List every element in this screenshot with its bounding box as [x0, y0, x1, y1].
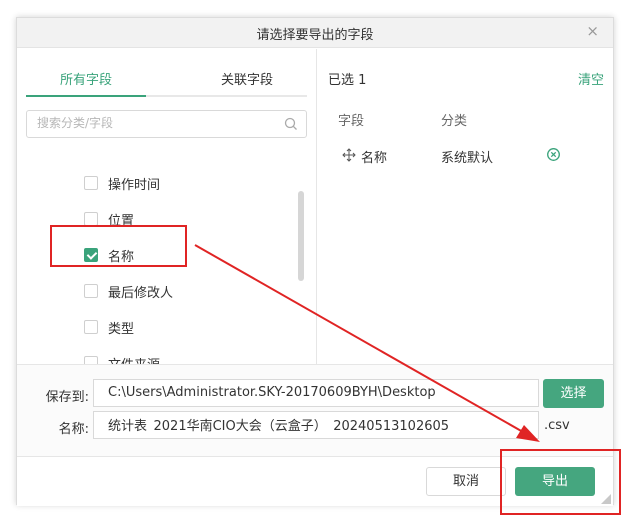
cancel-button[interactable]: 取消 — [426, 467, 506, 496]
selected-count: 已选 1 — [328, 73, 367, 88]
choose-folder-button[interactable]: 选择 — [543, 379, 604, 408]
field-label: 文件来源 — [108, 354, 160, 365]
selected-field-name: 名称 — [361, 151, 388, 166]
save-to-label: 保存到: — [45, 390, 89, 405]
field-checkbox[interactable] — [84, 176, 98, 190]
selected-field-category: 系统默认 — [441, 151, 494, 166]
field-label: 名称 — [108, 249, 135, 265]
file-name-label: 名称: — [58, 422, 89, 437]
search-icon[interactable] — [284, 117, 298, 131]
field-item[interactable]: 文件来源 — [84, 351, 160, 364]
file-extension: .csv — [544, 418, 570, 433]
active-tab-indicator — [26, 95, 146, 97]
export-settings: 保存到: 选择 名称: .csv — [17, 364, 613, 456]
drag-move-icon[interactable] — [342, 148, 356, 162]
field-checkbox-checked[interactable] — [84, 248, 98, 262]
field-item[interactable]: 类型 — [84, 315, 134, 339]
save-path-field[interactable] — [93, 379, 539, 407]
selected-fields-panel: 已选 1 清空 字段 分类 名称 系统默认 — [318, 49, 614, 364]
field-checkbox[interactable] — [84, 212, 98, 226]
file-name-field[interactable] — [93, 411, 539, 439]
search-input[interactable] — [37, 116, 277, 130]
remove-circle-icon[interactable] — [546, 147, 561, 162]
field-label: 操作时间 — [108, 177, 161, 193]
close-icon[interactable]: × — [586, 22, 599, 40]
field-label: 最后修改人 — [108, 285, 174, 301]
export-fields-dialog: 请选择要导出的字段 × 所有字段 关联字段 操作时间 位置 — [16, 17, 614, 506]
field-item[interactable]: 操作时间 — [84, 171, 160, 195]
field-checkbox[interactable] — [84, 320, 98, 334]
dialog-titlebar: 请选择要导出的字段 × — [17, 18, 613, 48]
field-search[interactable] — [26, 110, 307, 138]
field-item[interactable]: 最后修改人 — [84, 279, 173, 303]
dialog-footer: 取消 导出 — [17, 456, 613, 506]
field-item[interactable]: 名称 — [84, 243, 134, 267]
export-button[interactable]: 导出 — [515, 467, 595, 496]
save-path-input[interactable] — [108, 385, 533, 400]
field-list-scrollbar[interactable] — [298, 191, 304, 281]
field-checkbox[interactable] — [84, 284, 98, 298]
field-checkbox[interactable] — [84, 356, 98, 364]
field-item[interactable]: 位置 — [84, 207, 134, 231]
column-header-category: 分类 — [441, 114, 468, 129]
field-list: 操作时间 位置 名称 最后修改人 类型 文件来源 — [17, 157, 302, 364]
resize-grip-icon[interactable] — [601, 494, 611, 504]
tab-related-fields[interactable]: 关联字段 — [187, 69, 307, 88]
tab-all-fields[interactable]: 所有字段 — [26, 69, 146, 88]
dialog-title: 请选择要导出的字段 — [256, 28, 374, 43]
clear-button[interactable]: 清空 — [578, 69, 604, 88]
field-label: 类型 — [108, 321, 135, 337]
column-header-field: 字段 — [338, 114, 365, 129]
file-name-input[interactable] — [108, 417, 533, 432]
selected-row: 名称 系统默认 — [318, 145, 614, 167]
field-label: 位置 — [108, 213, 135, 229]
field-picker-panel: 所有字段 关联字段 操作时间 位置 名称 — [17, 49, 317, 364]
